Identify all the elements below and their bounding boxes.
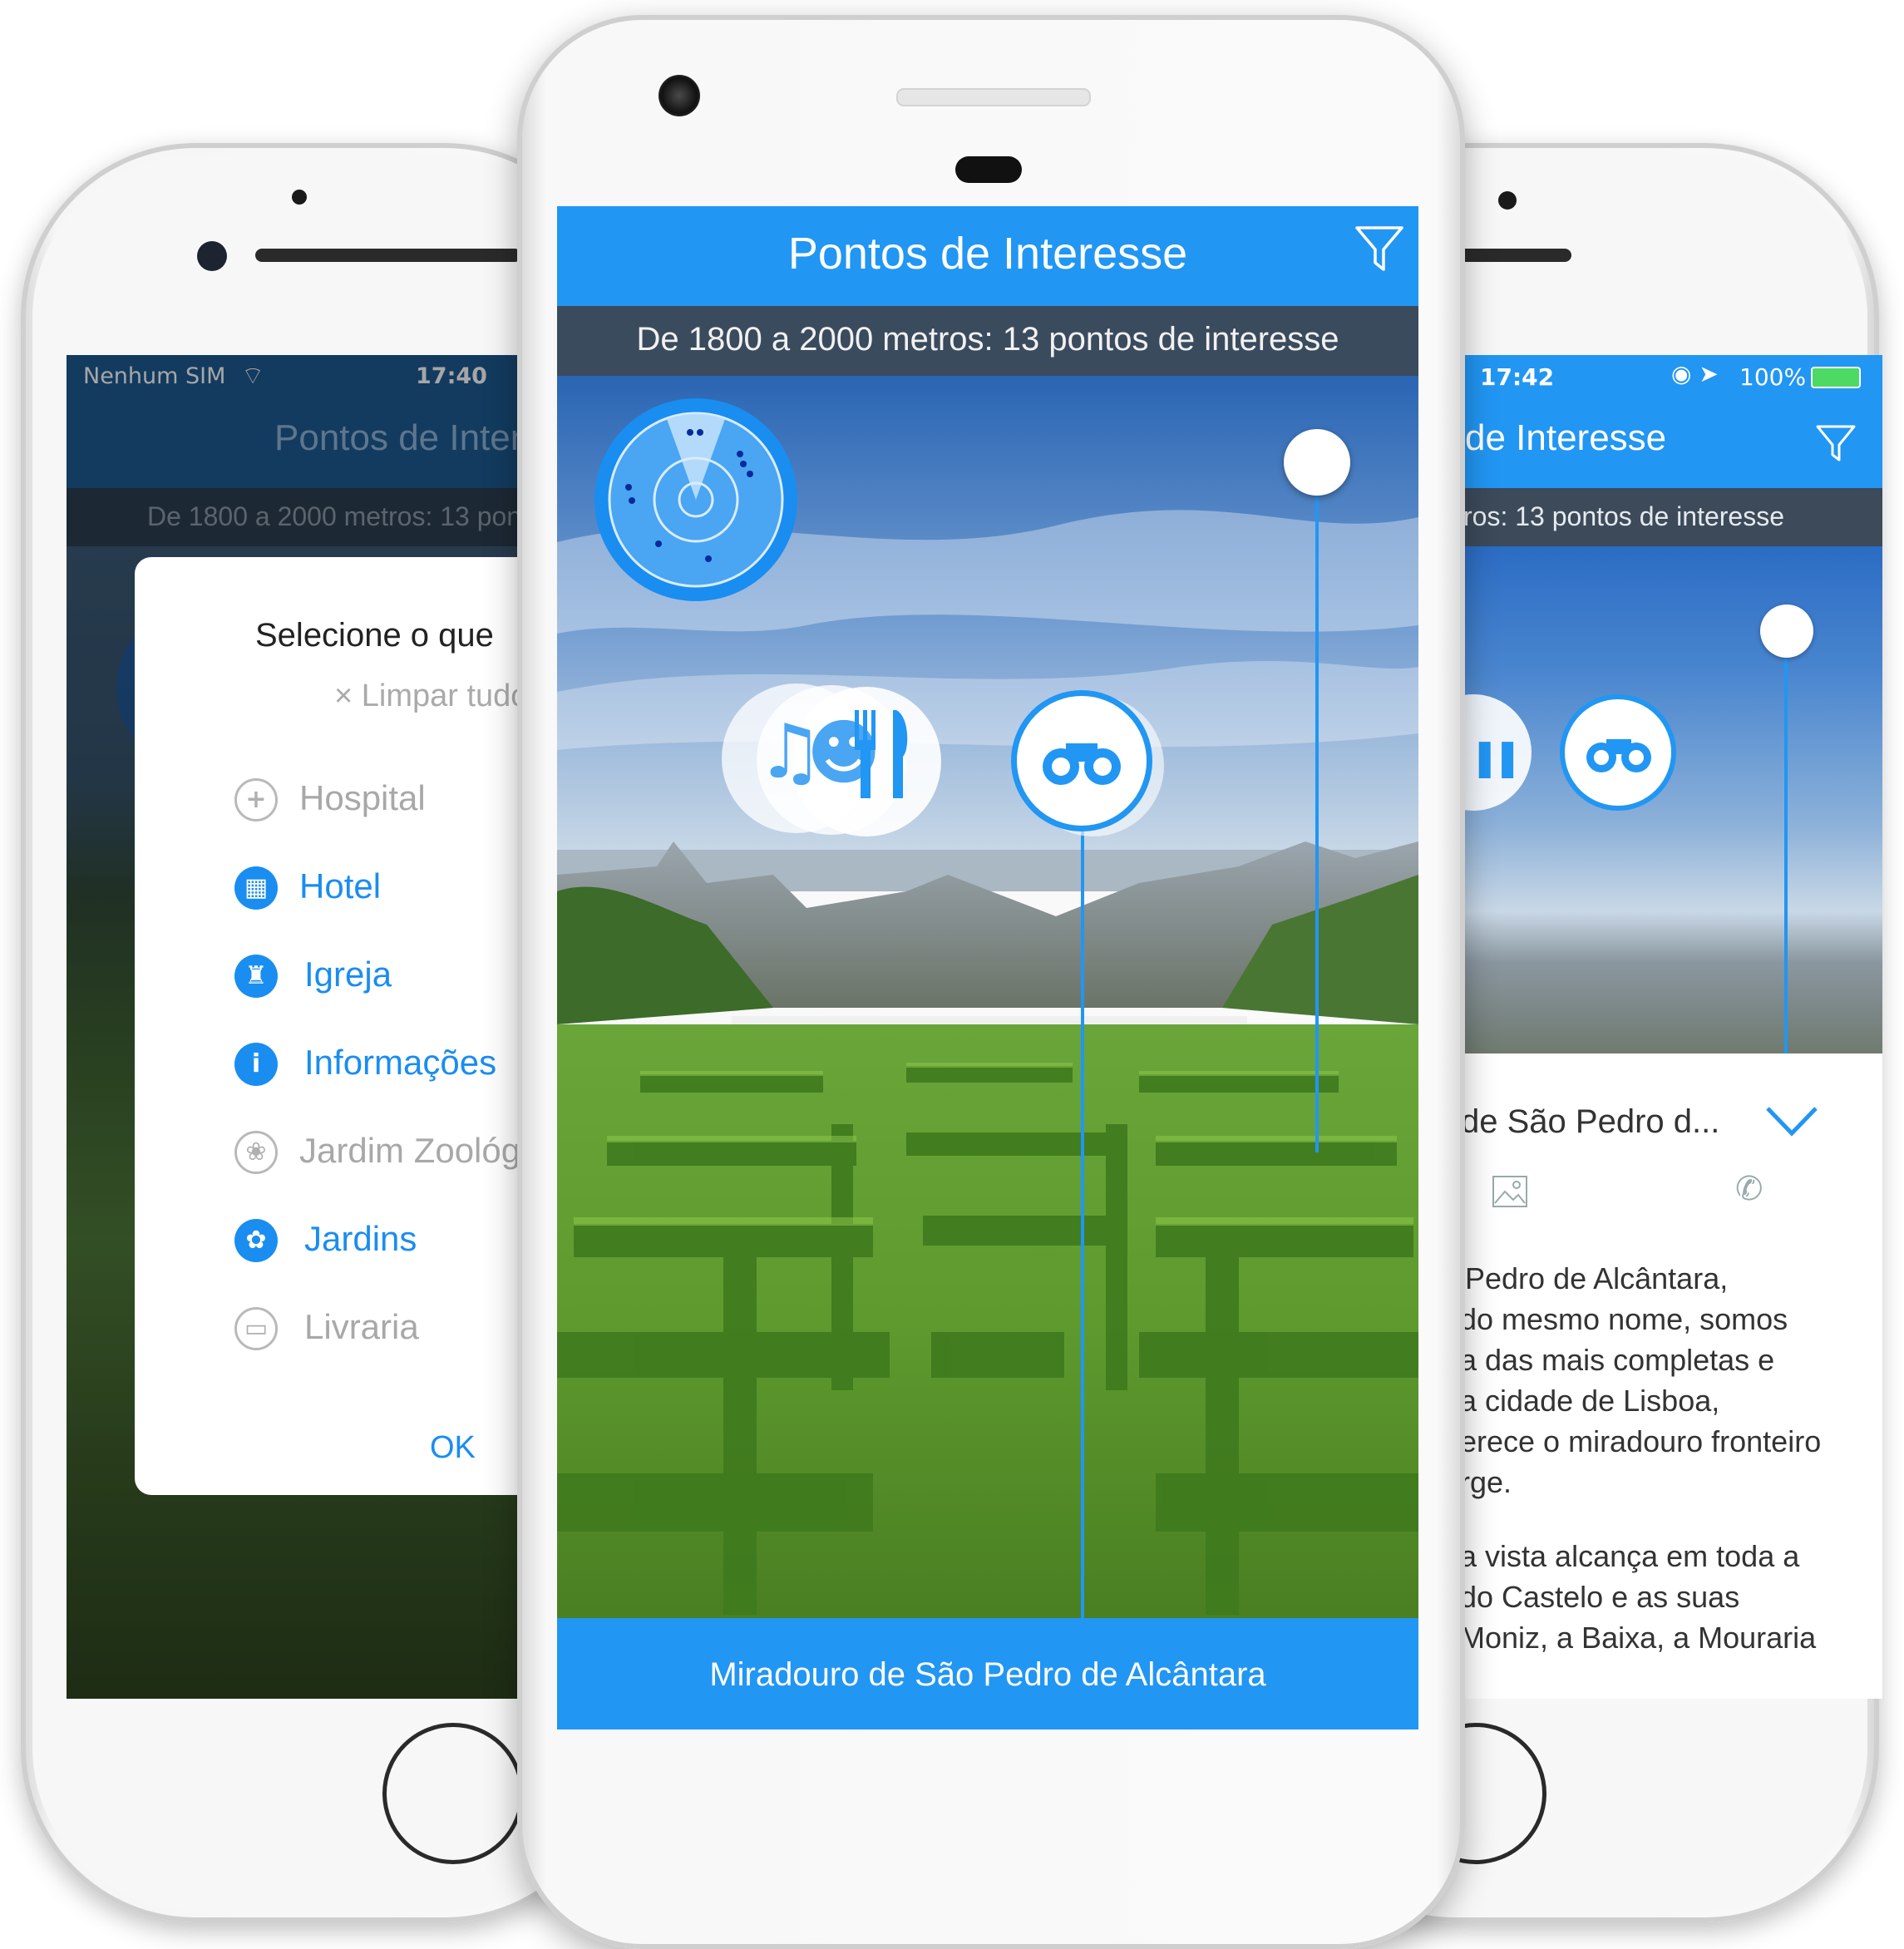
text-line: do mesmo nome, somos bbox=[1460, 1302, 1788, 1336]
proximity-sensor bbox=[1498, 191, 1517, 210]
selected-poi-bar[interactable]: Miradouro de São Pedro de Alcântara bbox=[557, 1618, 1418, 1729]
clock: 17:42 bbox=[1480, 363, 1555, 391]
right-phone-screen: 17:42 ◉ ➤ 100% de Interesse ros: 13 pont… bbox=[1457, 355, 1882, 1699]
plus-icon: + bbox=[234, 778, 278, 822]
page-title: Pontos de Interesse bbox=[787, 229, 1188, 279]
battery-icon bbox=[1811, 367, 1861, 388]
filter-item-label: Igreja bbox=[304, 955, 392, 994]
text-line: erece o miradouro fronteiro bbox=[1460, 1424, 1822, 1458]
proximity-sensor bbox=[955, 156, 1022, 183]
church-icon: ♜ bbox=[234, 955, 278, 998]
location-icon: ◉ ➤ bbox=[1671, 360, 1719, 387]
camera-background: ıı bbox=[1457, 546, 1882, 1053]
category-filter-dialog: Selecione o que × Limpar tudo + Hospital… bbox=[135, 557, 532, 1495]
distance-bar: ros: 13 pontos de interesse bbox=[1457, 488, 1882, 546]
poi-description-paragraph-2: a vista alcança em toda a do Castelo e a… bbox=[1457, 1536, 1882, 1658]
flower-icon: ✿ bbox=[234, 1219, 278, 1262]
poi-slider-knob[interactable] bbox=[1284, 429, 1350, 496]
distance-bar: De 1800 a 2000 metros: 13 pontos de inte… bbox=[557, 306, 1418, 376]
fork-knife-icon: ıı bbox=[1473, 717, 1519, 794]
filter-item-label: Livraria bbox=[304, 1307, 419, 1346]
center-phone-screen: Pontos de Interesse De 1800 a 2000 metro… bbox=[557, 206, 1418, 1729]
nav-bar: de Interesse bbox=[1457, 397, 1882, 488]
text-line: do Castelo e as suas bbox=[1460, 1580, 1740, 1614]
left-phone-screen: Nenhum SIM ⌔ 17:40 Pontos de Interesse D… bbox=[67, 355, 532, 1699]
building-icon: ▦ bbox=[234, 866, 278, 910]
filter-item-label: Informações bbox=[304, 1043, 497, 1082]
fork-knife-icon bbox=[855, 710, 908, 798]
front-camera bbox=[659, 75, 700, 116]
text-line: Moniz, a Baixa, a Mouraria bbox=[1460, 1621, 1817, 1655]
filter-icon[interactable] bbox=[1814, 422, 1857, 465]
front-camera bbox=[197, 241, 227, 271]
battery-percent: 100% bbox=[1739, 363, 1807, 391]
proximity-sensor bbox=[292, 190, 307, 205]
paw-icon: ❀ bbox=[234, 1131, 278, 1174]
text-line: a cidade de Lisboa, bbox=[1460, 1384, 1720, 1418]
status-bar: 17:42 ◉ ➤ 100% bbox=[1457, 355, 1882, 397]
poi-description-paragraph-1: Pedro de Alcântara, do mesmo nome, somos… bbox=[1457, 1258, 1882, 1502]
radar-icon[interactable] bbox=[592, 396, 800, 604]
selected-poi-name: Miradouro de São Pedro de Alcântara bbox=[709, 1656, 1266, 1693]
chevron-down-icon[interactable] bbox=[1764, 1103, 1819, 1140]
info-icon: i bbox=[234, 1043, 278, 1086]
filter-item-label: Jardim Zoológico bbox=[299, 1131, 532, 1170]
poi-slider-knob[interactable] bbox=[1760, 604, 1813, 658]
speaker-grille bbox=[896, 88, 1091, 106]
distance-summary: De 1800 a 2000 metros: 13 pontos de inte… bbox=[636, 321, 1339, 358]
clear-all-button[interactable]: × Limpar tudo bbox=[334, 678, 528, 714]
poi-title: de São Pedro d... bbox=[1461, 1103, 1720, 1140]
book-icon: ▭ bbox=[234, 1307, 278, 1350]
poi-vertical-line bbox=[1315, 462, 1319, 1152]
dialog-title: Selecione o que bbox=[255, 617, 494, 654]
filter-icon[interactable] bbox=[1354, 223, 1405, 274]
phone-icon[interactable]: ✆ bbox=[1735, 1170, 1763, 1208]
poi-detail-card: de São Pedro d... ✆ Pedro de Alcântara, … bbox=[1457, 1053, 1882, 1699]
poi-vertical-line bbox=[1081, 825, 1084, 1618]
distance-summary: ros: 13 pontos de interesse bbox=[1463, 501, 1785, 531]
speaker-grille bbox=[255, 249, 521, 262]
filter-item-label: Hospital bbox=[299, 778, 426, 817]
text-line: a das mais completas e bbox=[1460, 1343, 1775, 1377]
nav-bar: Pontos de Interesse bbox=[557, 206, 1418, 306]
filter-item-label: Hotel bbox=[299, 866, 382, 905]
home-button[interactable] bbox=[382, 1723, 524, 1864]
ok-button[interactable]: OK bbox=[430, 1430, 476, 1466]
binoculars-icon bbox=[1043, 743, 1121, 785]
poi-vertical-line bbox=[1784, 621, 1788, 1053]
binoculars-icon bbox=[1586, 739, 1651, 772]
text-line: rge. bbox=[1460, 1465, 1512, 1499]
camera-view: ♫ ☻ bbox=[557, 376, 1418, 1618]
filter-item-label: Jardins bbox=[304, 1219, 417, 1258]
page-title: de Interesse bbox=[1465, 417, 1667, 458]
text-line: Pedro de Alcântara, bbox=[1465, 1261, 1729, 1295]
image-icon[interactable] bbox=[1492, 1175, 1528, 1208]
text-line: a vista alcança em toda a bbox=[1460, 1539, 1800, 1573]
